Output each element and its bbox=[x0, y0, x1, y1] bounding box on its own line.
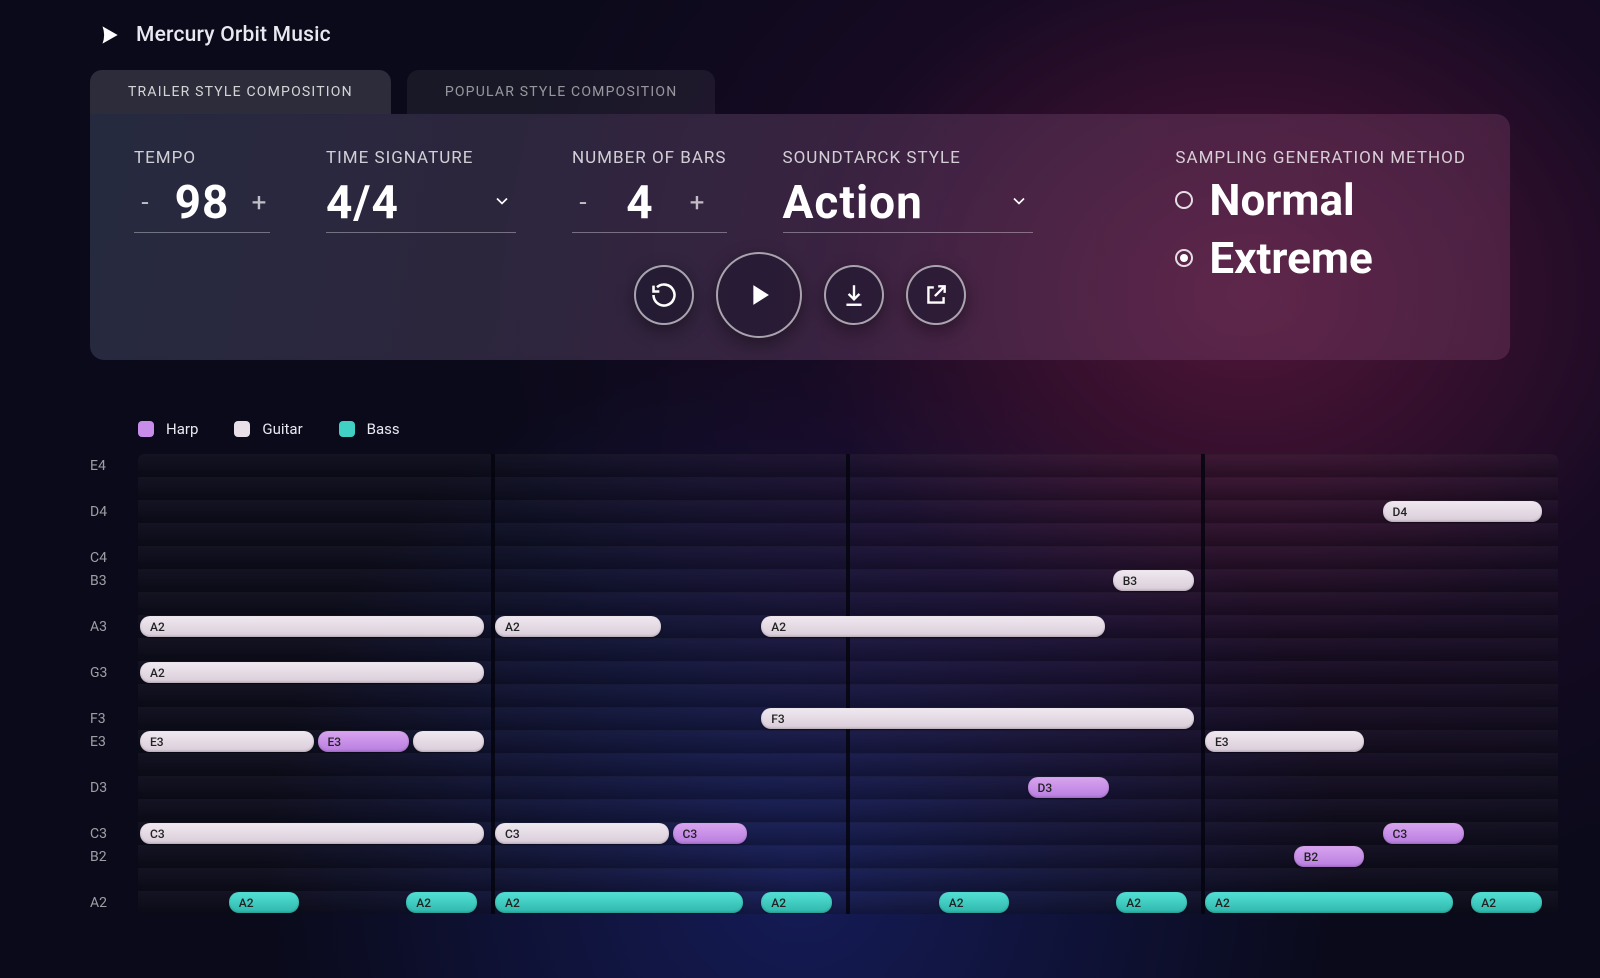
style-select[interactable]: Action bbox=[783, 176, 1033, 233]
note-guitar[interactable]: E3 bbox=[1205, 731, 1364, 752]
play-button[interactable] bbox=[716, 252, 802, 338]
note-guitar[interactable]: E3 bbox=[140, 731, 314, 752]
note-bass[interactable]: A2 bbox=[1116, 892, 1187, 913]
legend-swatch bbox=[234, 421, 250, 437]
sampling-option-extreme[interactable]: Extreme bbox=[1175, 232, 1466, 284]
note-harp[interactable]: E3 bbox=[318, 731, 410, 752]
legend-label: Bass bbox=[367, 420, 400, 438]
tempo-decrease-button[interactable]: - bbox=[134, 190, 156, 216]
num-bars-decrease-button[interactable]: - bbox=[572, 190, 594, 216]
pitch-label: C3 bbox=[90, 826, 136, 842]
note-guitar[interactable]: D4 bbox=[1383, 501, 1542, 522]
download-button[interactable] bbox=[824, 265, 884, 325]
sampling-label: SAMPLING GENERATION METHOD bbox=[1175, 148, 1466, 168]
note-bass[interactable]: A2 bbox=[229, 892, 300, 913]
time-signature-select[interactable]: 4/4 bbox=[326, 176, 516, 233]
pitch-label: D4 bbox=[90, 504, 136, 520]
note-harp[interactable]: C3 bbox=[673, 823, 747, 844]
time-signature-label: TIME SIGNATURE bbox=[326, 148, 516, 168]
style-label: SOUNDTARCK STYLE bbox=[783, 148, 1033, 168]
app-title: Mercury Orbit Music bbox=[136, 23, 331, 47]
radio-icon bbox=[1175, 249, 1193, 267]
legend-label: Guitar bbox=[262, 420, 302, 438]
note-harp[interactable]: D3 bbox=[1028, 777, 1109, 798]
pitch-label: A2 bbox=[90, 895, 136, 911]
note-bass[interactable]: A2 bbox=[495, 892, 743, 913]
num-bars-value: 4 bbox=[600, 176, 680, 230]
note-harp[interactable]: C3 bbox=[1383, 823, 1464, 844]
note-guitar[interactable]: F3 bbox=[761, 708, 1194, 729]
pitch-label: A3 bbox=[90, 619, 136, 635]
logo-icon bbox=[96, 22, 122, 48]
time-signature-value: 4/4 bbox=[326, 176, 466, 230]
chevron-down-icon bbox=[488, 191, 516, 215]
sampling-option-label: Normal bbox=[1209, 174, 1354, 226]
tab-trailer-style[interactable]: TRAILER STYLE COMPOSITION bbox=[90, 70, 391, 114]
tempo-control: TEMPO - 98 + bbox=[134, 148, 270, 284]
note-guitar[interactable]: C3 bbox=[495, 823, 669, 844]
note-guitar[interactable]: A2 bbox=[140, 616, 484, 637]
legend-item-harp: Harp bbox=[138, 420, 198, 438]
pitch-label: E4 bbox=[90, 458, 136, 474]
tab-popular-style[interactable]: POPULAR STYLE COMPOSITION bbox=[407, 70, 716, 114]
note-harp[interactable]: B2 bbox=[1294, 846, 1365, 867]
tempo-value: 98 bbox=[162, 176, 242, 230]
tempo-label: TEMPO bbox=[134, 148, 270, 168]
sampling-control: SAMPLING GENERATION METHOD Normal Extrem… bbox=[1175, 148, 1466, 284]
note-guitar[interactable]: A2 bbox=[761, 616, 1105, 637]
app-header: Mercury Orbit Music bbox=[90, 22, 1510, 48]
note-bass[interactable]: A2 bbox=[761, 892, 832, 913]
sampling-option-normal[interactable]: Normal bbox=[1175, 174, 1466, 226]
bar-separator bbox=[846, 454, 850, 914]
regenerate-button[interactable] bbox=[634, 265, 694, 325]
num-bars-label: NUMBER OF BARS bbox=[572, 148, 727, 168]
pitch-label: G3 bbox=[90, 665, 136, 681]
note-guitar[interactable] bbox=[413, 731, 484, 752]
note-guitar[interactable]: A2 bbox=[140, 662, 484, 683]
piano-roll: E4D4C4B3A3G3F3E3D3C3B2A2 D4B3A2A2A2A2F3E… bbox=[90, 454, 1510, 914]
pitch-label: E3 bbox=[90, 734, 136, 750]
tempo-increase-button[interactable]: + bbox=[248, 190, 270, 216]
note-bass[interactable]: A2 bbox=[406, 892, 477, 913]
num-bars-increase-button[interactable]: + bbox=[686, 190, 708, 216]
pitch-label: B3 bbox=[90, 573, 136, 589]
note-bass[interactable]: A2 bbox=[939, 892, 1010, 913]
style-value: Action bbox=[783, 176, 973, 230]
sampling-option-label: Extreme bbox=[1209, 232, 1372, 284]
pitch-label: C4 bbox=[90, 550, 136, 566]
note-guitar[interactable]: C3 bbox=[140, 823, 484, 844]
pitch-label: F3 bbox=[90, 711, 136, 727]
pitch-label: D3 bbox=[90, 780, 136, 796]
export-button[interactable] bbox=[906, 265, 966, 325]
radio-icon bbox=[1175, 191, 1193, 209]
note-bass[interactable]: A2 bbox=[1471, 892, 1542, 913]
note-guitar[interactable]: B3 bbox=[1113, 570, 1194, 591]
track-legend: Harp Guitar Bass bbox=[138, 420, 1510, 438]
chevron-down-icon bbox=[1005, 191, 1033, 215]
bar-separator bbox=[491, 454, 495, 914]
transport-actions bbox=[634, 252, 966, 338]
legend-swatch bbox=[339, 421, 355, 437]
legend-item-guitar: Guitar bbox=[234, 420, 302, 438]
mode-tabs: TRAILER STYLE COMPOSITION POPULAR STYLE … bbox=[90, 70, 1510, 114]
note-bass[interactable]: A2 bbox=[1205, 892, 1453, 913]
piano-roll-grid[interactable]: D4B3A2A2A2A2F3E3E3E3D3C3C3C3C3B2A2A2A2A2… bbox=[138, 454, 1558, 914]
pitch-label: B2 bbox=[90, 849, 136, 865]
legend-item-bass: Bass bbox=[339, 420, 400, 438]
legend-label: Harp bbox=[166, 420, 198, 438]
legend-swatch bbox=[138, 421, 154, 437]
note-guitar[interactable]: A2 bbox=[495, 616, 661, 637]
time-signature-control: TIME SIGNATURE 4/4 bbox=[326, 148, 516, 284]
bar-separator bbox=[1201, 454, 1205, 914]
